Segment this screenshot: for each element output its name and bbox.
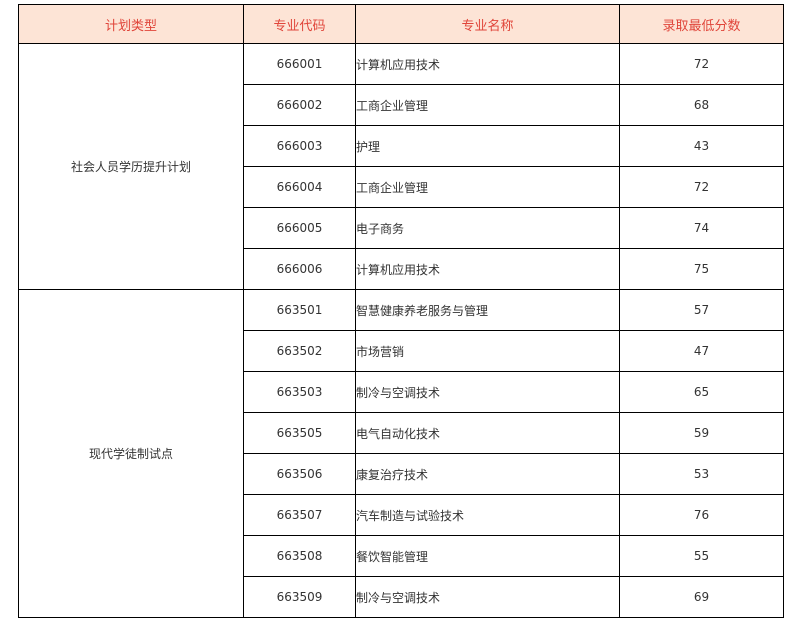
min-score-cell: 76 [619,494,784,536]
major-code-cell: 663507 [243,494,356,536]
major-code-cell: 663505 [243,412,356,454]
major-name-cell: 餐饮智能管理 [355,535,620,577]
min-score-cell: 57 [619,289,784,331]
major-name-cell: 护理 [355,125,620,167]
admission-score-table: 计划类型 专业代码 专业名称 录取最低分数 社会人员学历提升计划 666001 计算… [18,4,784,618]
table-row: 现代学徒制试点 663501 智慧健康养老服务与管理 57 [18,289,784,618]
min-score-cell: 59 [619,412,784,454]
header-min-score: 录取最低分数 [619,4,784,44]
header-major-code: 专业代码 [243,4,356,44]
major-name-cell: 汽车制造与试验技术 [355,494,620,536]
major-code-cell: 663509 [243,576,356,618]
major-name-cell: 计算机应用技术 [355,248,620,290]
table-row: 社会人员学历提升计划 666001 计算机应用技术 72 [18,43,784,290]
header-row: 计划类型 专业代码 专业名称 录取最低分数 [18,4,784,44]
min-score-cell: 74 [619,207,784,249]
table-body: 社会人员学历提升计划 666001 计算机应用技术 72 666002 工商企业管理 68 6… [18,43,784,618]
major-name-cell: 康复治疗技术 [355,453,620,495]
major-name-cell: 工商企业管理 [355,84,620,126]
major-code-cell: 663508 [243,535,356,577]
min-score-cell: 72 [619,166,784,208]
major-name-cell: 工商企业管理 [355,166,620,208]
min-score-cell: 47 [619,330,784,372]
min-score-cell: 68 [619,84,784,126]
major-code-cell: 666006 [243,248,356,290]
min-score-cell: 65 [619,371,784,413]
major-name-cell: 计算机应用技术 [355,43,620,85]
min-score-cell: 43 [619,125,784,167]
major-code-cell: 663506 [243,453,356,495]
header-plan-type: 计划类型 [18,4,244,44]
major-name-cell: 制冷与空调技术 [355,371,620,413]
min-score-cell: 75 [619,248,784,290]
table-header: 计划类型 专业代码 专业名称 录取最低分数 [18,4,784,44]
major-name-cell: 市场营销 [355,330,620,372]
major-code-cell: 663503 [243,371,356,413]
major-code-cell: 663502 [243,330,356,372]
major-name-cell: 智慧健康养老服务与管理 [355,289,620,331]
major-name-cell: 电子商务 [355,207,620,249]
min-score-cell: 53 [619,453,784,495]
major-code-cell: 666001 [243,43,356,85]
header-major-name: 专业名称 [355,4,620,44]
major-name-cell: 制冷与空调技术 [355,576,620,618]
major-code-cell: 666004 [243,166,356,208]
plan-type-cell: 社会人员学历提升计划 [18,43,244,290]
major-code-cell: 666002 [243,84,356,126]
major-code-cell: 666003 [243,125,356,167]
min-score-cell: 72 [619,43,784,85]
min-score-cell: 69 [619,576,784,618]
min-score-cell: 55 [619,535,784,577]
major-code-cell: 663501 [243,289,356,331]
major-code-cell: 666005 [243,207,356,249]
major-name-cell: 电气自动化技术 [355,412,620,454]
plan-type-cell: 现代学徒制试点 [18,289,244,618]
